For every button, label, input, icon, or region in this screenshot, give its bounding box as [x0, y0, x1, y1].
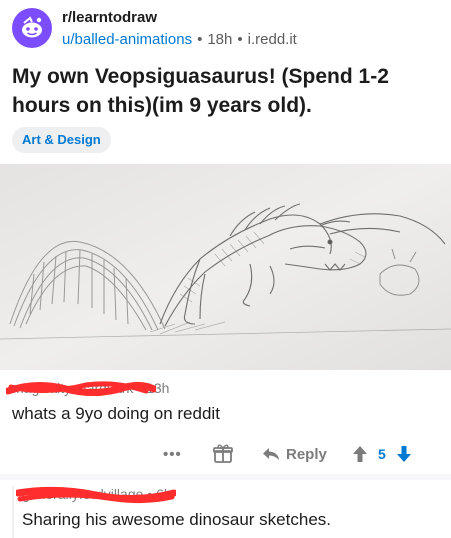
comment-meta: generallyfowlvillage • 6h [16, 484, 442, 504]
award-button[interactable] [212, 440, 234, 468]
post-header: r/learntodraw u/balled-animations • 18h • i.… [12, 8, 297, 50]
comment-actions: ••• Reply 5 [0, 440, 451, 468]
red-redaction-scribble [16, 486, 176, 504]
subreddit-avatar[interactable] [12, 8, 52, 48]
post-image[interactable] [0, 164, 451, 370]
dinosaur-sketch-image [0, 164, 451, 370]
post-meta: u/balled-animations • 18h • i.redd.it [62, 31, 297, 48]
post-domain[interactable]: i.redd.it [248, 31, 297, 48]
comment-meta: magicaltynaardvark • 13h [6, 378, 442, 398]
post-age: 18h [207, 31, 233, 48]
vote-controls: 5 [352, 440, 412, 468]
reply-label: Reply [286, 445, 327, 463]
comment-score: 5 [378, 446, 386, 462]
reply-button[interactable]: Reply [262, 440, 327, 468]
reply-arrow-icon [263, 448, 279, 460]
red-redaction-scribble [6, 381, 156, 396]
thread-line[interactable] [12, 486, 14, 538]
subreddit-name[interactable]: r/learntodraw [62, 8, 297, 28]
post-flair[interactable]: Art & Design [12, 127, 111, 153]
comment-2: generallyfowlvillage • 6h Sharing his aw… [16, 484, 442, 532]
post-title[interactable]: My own Veopsiguasaurus! (Spend 1-2 hours… [12, 62, 442, 120]
reddit-snoo-icon [22, 16, 42, 38]
gift-icon [213, 444, 233, 463]
post-author[interactable]: u/balled-animations [62, 31, 192, 48]
comment-body: whats a 9yo doing on reddit [12, 404, 220, 423]
upvote-arrow-icon[interactable] [352, 445, 368, 463]
comment-divider [0, 474, 451, 480]
downvote-arrow-icon[interactable] [396, 445, 412, 463]
comment-1: magicaltynaardvark • 13h whats a 9yo doi… [6, 378, 442, 426]
comment-body: Sharing his awesome dinosaur sketches. [22, 510, 331, 529]
more-options-button[interactable]: ••• [163, 440, 182, 468]
